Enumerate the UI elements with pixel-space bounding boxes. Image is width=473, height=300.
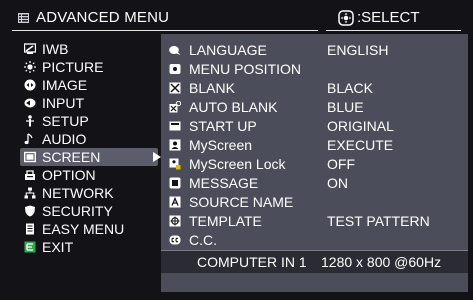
setting-row-message[interactable]: MESSAGE ON [161, 175, 468, 191]
setting-label: LANGUAGE [189, 42, 267, 58]
screen-settings-panel: LANGUAGE ENGLISH MENU POSITION BLANK BLA… [161, 34, 468, 292]
setting-row-template[interactable]: TEMPLATE TEST PATTERN [161, 213, 468, 229]
blank-icon [169, 82, 181, 94]
status-bar: COMPUTER IN 1 1280 x 800 @60Hz [161, 250, 468, 273]
left-item-label: INPUT [42, 95, 84, 111]
left-item-screen[interactable]: SCREEN [20, 148, 158, 166]
screen-icon [24, 151, 36, 163]
left-item-iwb[interactable]: IWB [24, 41, 162, 57]
source-name-icon [169, 196, 181, 208]
left-menu: IWB PICTURE IMAGE INPUT SETUP AUDIO SCRE… [0, 41, 170, 281]
setting-row-language[interactable]: LANGUAGE ENGLISH [161, 42, 468, 58]
setting-value: ENGLISH [327, 42, 389, 58]
signal-resolution-label: 1280 x 800 @60Hz [321, 254, 442, 270]
left-item-option[interactable]: OPTION [24, 167, 162, 183]
setup-icon [26, 115, 34, 127]
input-icon [24, 98, 36, 108]
setting-value: EXECUTE [327, 137, 394, 153]
auto-blank-icon [169, 101, 181, 113]
setting-row-myscreen[interactable]: MyScreen EXECUTE [161, 137, 468, 153]
setting-label: MyScreen Lock [189, 156, 286, 172]
header-title-area: ADVANCED MENU [6, 6, 318, 31]
exit-icon [24, 241, 36, 253]
setting-row-myscreen-lock[interactable]: MyScreen Lock OFF [161, 156, 468, 172]
setting-value: TEST PATTERN [327, 213, 430, 229]
shield-icon [25, 205, 35, 217]
setting-row-auto-blank[interactable]: AUTO BLANK BLUE [161, 99, 468, 115]
option-icon [25, 170, 35, 180]
setting-row-cc[interactable]: C.C. [161, 232, 468, 248]
left-item-label: EASY MENU [42, 221, 125, 237]
setting-label: TEMPLATE [189, 213, 262, 229]
left-item-network[interactable]: NETWORK [24, 185, 162, 201]
myscreen-lock-icon [169, 158, 181, 170]
left-item-label: IMAGE [42, 77, 88, 93]
left-item-label: OPTION [42, 167, 96, 183]
cc-icon [169, 235, 181, 245]
select-button-icon [338, 10, 354, 26]
left-item-label: NETWORK [42, 185, 114, 201]
select-hint: :SELECT [326, 7, 461, 31]
submenu-arrow-icon [153, 152, 161, 162]
message-icon [169, 177, 181, 189]
left-item-input[interactable]: INPUT [24, 95, 162, 111]
iwb-icon [24, 43, 36, 54]
setting-label: MENU POSITION [189, 61, 302, 77]
start-up-icon [169, 121, 181, 131]
image-icon [24, 79, 36, 91]
picture-icon [24, 61, 36, 73]
input-source-label: COMPUTER IN 1 [197, 254, 307, 270]
setting-row-menu-position[interactable]: MENU POSITION [161, 61, 468, 77]
left-item-label: IWB [42, 41, 69, 57]
select-label: :SELECT [357, 9, 420, 26]
left-item-exit[interactable]: EXIT [24, 239, 162, 255]
setting-label: MyScreen [189, 137, 253, 153]
left-item-label: SETUP [42, 113, 89, 129]
setting-label: START UP [189, 118, 257, 134]
left-item-easy-menu[interactable]: EASY MENU [24, 221, 162, 237]
setting-value: ON [327, 175, 348, 191]
setting-row-blank[interactable]: BLANK BLACK [161, 80, 468, 96]
left-item-setup[interactable]: SETUP [24, 113, 162, 129]
setting-label: MESSAGE [189, 175, 259, 191]
template-icon [169, 215, 181, 227]
projector-advanced-menu: ADVANCED MENU :SELECT IWB PICTURE IMAGE … [0, 0, 473, 300]
audio-icon [24, 133, 33, 145]
menu-position-icon [169, 64, 181, 74]
header-divider [12, 30, 318, 31]
setting-value: BLACK [327, 80, 373, 96]
left-item-security[interactable]: SECURITY [24, 203, 162, 219]
easy-menu-icon [26, 223, 34, 235]
setting-row-start-up[interactable]: START UP ORIGINAL [161, 118, 468, 134]
left-item-image[interactable]: IMAGE [24, 77, 162, 93]
left-item-label: SCREEN [42, 149, 101, 165]
setting-value: OFF [327, 156, 355, 172]
setting-label: AUTO BLANK [189, 99, 278, 115]
left-item-picture[interactable]: PICTURE [24, 59, 162, 75]
menu-list-icon [18, 13, 29, 23]
left-item-label: SECURITY [42, 203, 113, 219]
left-item-audio[interactable]: AUDIO [24, 131, 162, 147]
left-item-label: PICTURE [42, 59, 104, 75]
setting-row-source-name[interactable]: SOURCE NAME [161, 194, 468, 210]
setting-label: C.C. [189, 232, 217, 248]
left-item-label: AUDIO [42, 131, 87, 147]
left-item-label: EXIT [42, 239, 74, 255]
network-icon [24, 187, 36, 199]
menu-header: ADVANCED MENU :SELECT [6, 6, 468, 31]
page-title: ADVANCED MENU [36, 9, 170, 26]
setting-value: BLUE [327, 99, 364, 115]
language-icon [169, 46, 181, 55]
setting-label: BLANK [189, 80, 235, 96]
setting-label: SOURCE NAME [189, 194, 294, 210]
setting-value: ORIGINAL [327, 118, 394, 134]
myscreen-icon [169, 139, 181, 151]
